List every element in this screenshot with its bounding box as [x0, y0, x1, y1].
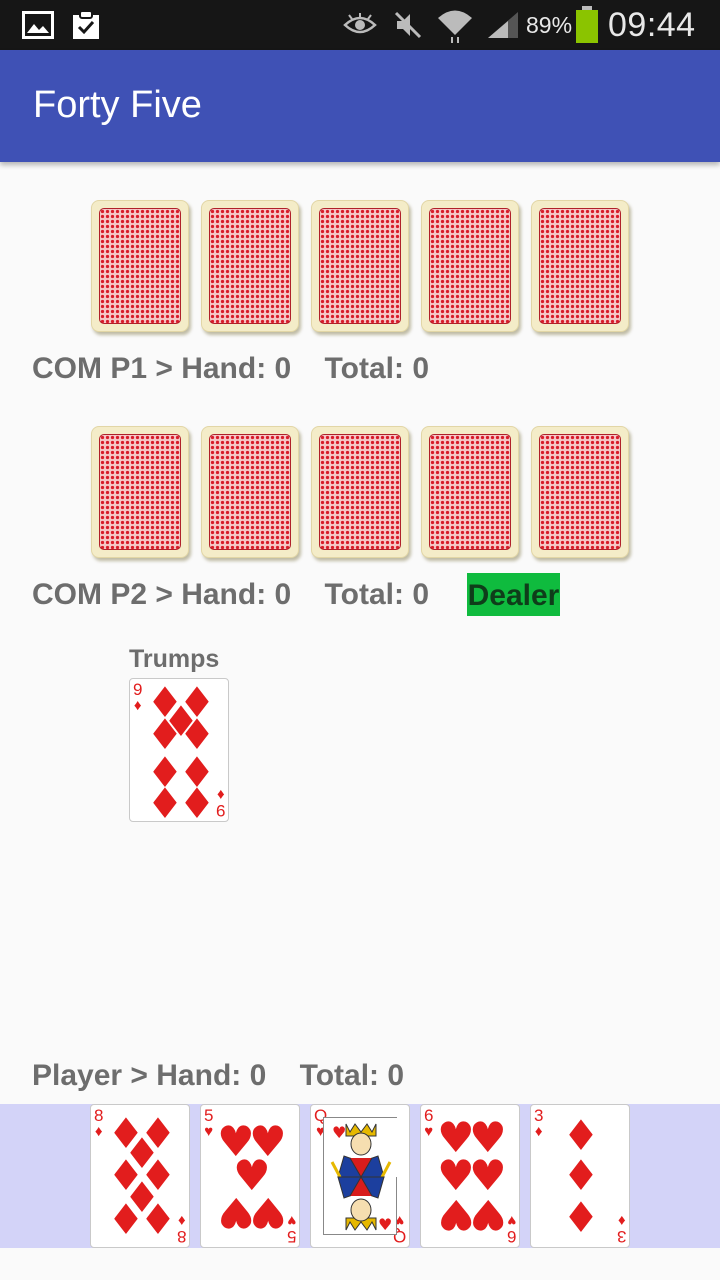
battery-percent: 89% — [526, 11, 573, 38]
com-p1-info: COM P1 > Hand: 0 Total: 0 — [32, 352, 430, 385]
card-back — [91, 426, 189, 558]
card-suit: ♦ — [133, 697, 142, 714]
mute-icon — [393, 0, 423, 50]
card-suit: ♦ — [617, 1212, 626, 1229]
card-back — [531, 200, 629, 332]
player-card-queen-hearts[interactable]: Q ♥ Q ♥ ♥ ♥ — [310, 1104, 410, 1248]
diamond-icon: ♦ — [562, 1193, 600, 1242]
card-rank: 5 — [204, 1106, 214, 1125]
player-card-8-diamonds[interactable]: 8 ♦ 8 ♦ ♦ ♦ ♦ ♦ ♦ ♦ ♦ ♦ — [90, 1104, 190, 1248]
trumps-label: Trumps — [129, 645, 220, 673]
trump-card: 9 ♦ 9 ♦ ♦ ♦ ♦ ♦ ♦ ♦ ♦ ♦ ♦ — [129, 678, 229, 822]
player-card-3-diamonds[interactable]: 3 ♦ 3 ♦ ♦ ♦ ♦ — [530, 1104, 630, 1248]
eye-icon — [343, 0, 377, 50]
heart-icon: ♥ — [249, 1188, 287, 1237]
heart-icon: ♥ — [469, 1190, 507, 1239]
card-back — [531, 426, 629, 558]
card-back — [201, 200, 299, 332]
wifi-icon — [436, 0, 474, 50]
card-suit: ♦ — [94, 1123, 103, 1140]
app-bar: Forty Five — [0, 50, 720, 162]
player-card-6-hearts[interactable]: 6 ♥ 6 ♥ ♥ ♥ ♥ ♥ ♥ ♥ — [420, 1104, 520, 1248]
card-suit: ♦ — [534, 1123, 543, 1140]
card-rank: 3 — [616, 1227, 626, 1246]
signal-icon — [486, 0, 520, 50]
card-rank: 8 — [94, 1106, 104, 1125]
queen-illustration: ♥ ♥ — [323, 1117, 398, 1235]
dealer-badge: Dealer — [467, 573, 560, 616]
app-title: Forty Five — [33, 84, 202, 126]
player-card-5-hearts[interactable]: 5 ♥ 5 ♥ ♥ ♥ ♥ ♥ ♥ — [200, 1104, 300, 1248]
card-back — [311, 200, 409, 332]
battery-icon — [575, 0, 599, 50]
card-back — [421, 200, 519, 332]
card-suit: ♥ — [204, 1123, 214, 1140]
diamond-icon: ♦ — [139, 1195, 177, 1244]
card-back — [201, 426, 299, 558]
card-back — [91, 200, 189, 332]
card-back — [421, 426, 519, 558]
player-info: Player > Hand: 0 Total: 0 — [32, 1059, 405, 1092]
card-rank: 3 — [534, 1106, 544, 1125]
card-suit: ♥ — [424, 1123, 434, 1140]
image-icon — [22, 0, 54, 50]
svg-text:♥: ♥ — [378, 1215, 392, 1234]
card-back — [311, 426, 409, 558]
clipboard-check-icon — [70, 0, 102, 50]
svg-text:♥: ♥ — [332, 1123, 346, 1142]
diamond-icon: ♦ — [562, 1151, 600, 1200]
card-rank: 6 — [424, 1106, 434, 1125]
card-rank: 9 — [133, 680, 143, 699]
diamond-icon: ♦ — [178, 779, 216, 822]
status-bar: 89% 09:44 — [0, 0, 720, 50]
com-p2-info: COM P2 > Hand: 0 Total: 0 — [32, 578, 430, 611]
player-hand: 8 ♦ 8 ♦ ♦ ♦ ♦ ♦ ♦ ♦ ♦ ♦ 5 ♥ 5 ♥ ♥ ♥ ♥ ♥ ♥ Q ♥… — [0, 1104, 720, 1248]
clock: 09:44 — [608, 5, 696, 44]
